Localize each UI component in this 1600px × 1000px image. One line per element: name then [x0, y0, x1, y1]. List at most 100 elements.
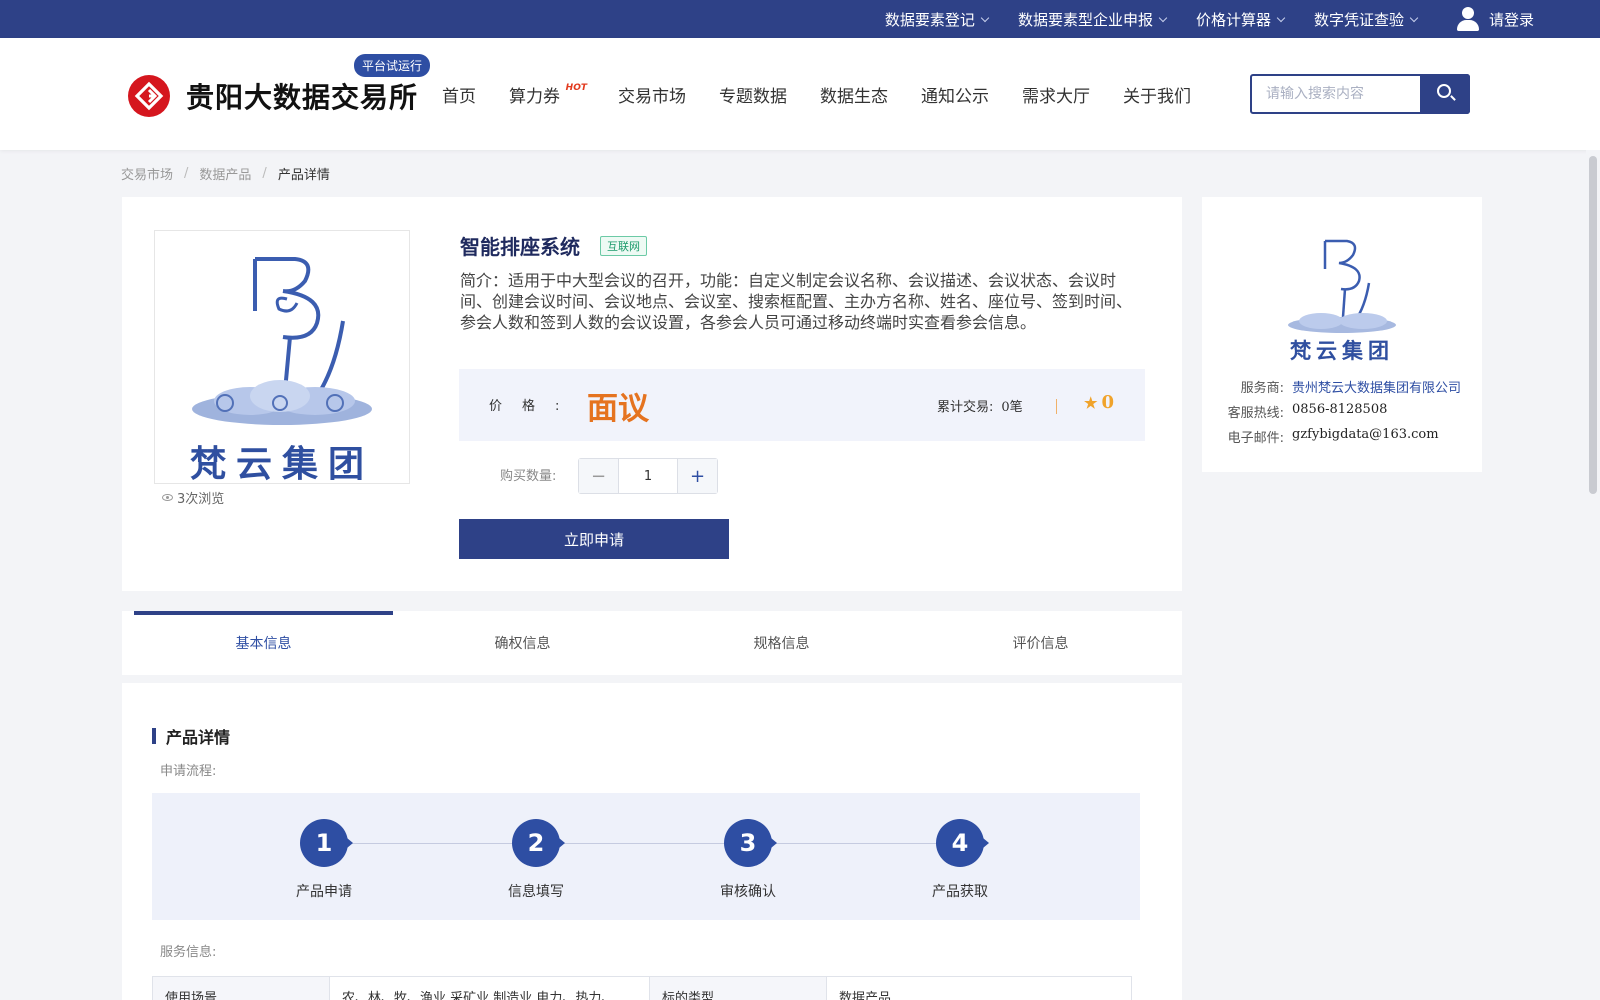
- login-link[interactable]: 请登录: [1456, 7, 1534, 31]
- chevron-down-icon: [1158, 13, 1168, 22]
- vendor-provider-link[interactable]: 贵州梵云大数据集团有限公司: [1292, 377, 1461, 396]
- deal-count-label: 累计交易:: [937, 400, 994, 415]
- nav-topic-data[interactable]: 专题数据: [719, 82, 787, 107]
- table-row: 使用场景 农、林、牧、渔业,采矿业,制造业,电力、热力、 标的类型 数据产品: [152, 976, 1132, 1000]
- top-utility-bar: 数据要素登记 数据要素型企业申报 价格计算器 数字凭证查验 请登录: [0, 0, 1600, 38]
- user-icon: [1456, 7, 1479, 31]
- exchange-logo-icon[interactable]: [128, 75, 170, 117]
- quantity-stepper: − +: [578, 458, 718, 494]
- product-image: 梵云集团: [154, 230, 410, 485]
- breadcrumb-current: 产品详情: [277, 168, 330, 183]
- tab-spec-info[interactable]: 规格信息: [652, 611, 911, 675]
- service-info-label: 服务信息:: [160, 945, 217, 960]
- vendor-email-key: 电子邮件:: [1227, 431, 1284, 446]
- chevron-down-icon: [1276, 13, 1286, 22]
- menu-price-calculator[interactable]: 价格计算器: [1195, 9, 1286, 30]
- site-header: 贵阳大数据交易所 平台试运行 首页 算力券 HOT 交易市场 专题数据 数据生态…: [0, 38, 1600, 150]
- menu-enterprise-declaration[interactable]: 数据要素型企业申报: [1017, 9, 1168, 30]
- nav-demand-hall[interactable]: 需求大厅: [1022, 82, 1090, 107]
- trial-badge: 平台试运行: [354, 54, 431, 77]
- utility-menu: 数据要素登记 数据要素型企业申报 价格计算器 数字凭证查验 请登录: [885, 0, 1600, 38]
- nav-compute-voucher[interactable]: 算力券 HOT: [509, 82, 587, 107]
- breadcrumb: 交易市场 / 数据产品 / 产品详情: [121, 164, 330, 183]
- process-connector: [324, 843, 964, 844]
- menu-label: 价格计算器: [1195, 10, 1271, 29]
- menu-label: 数据要素登记: [884, 10, 975, 29]
- nav-market[interactable]: 交易市场: [618, 82, 686, 107]
- category-tag: 互联网: [600, 236, 647, 256]
- step-number: 4: [936, 819, 989, 867]
- vendor-hotline-value: 0856-8128508: [1292, 402, 1388, 417]
- price-divider: [1056, 399, 1057, 414]
- process-step: 1 产品申请: [264, 819, 384, 901]
- vendor-hotline-key: 客服热线:: [1227, 406, 1284, 421]
- quantity-input[interactable]: [619, 459, 677, 493]
- star-icon: ★: [1084, 393, 1098, 412]
- process-step: 3 审核确认: [688, 819, 808, 901]
- service-info-table: 使用场景 农、林、牧、渔业,采矿业,制造业,电力、热力、 标的类型 数据产品: [152, 976, 1132, 1000]
- price-panel: 价格: 面议 累计交易: 0笔 ★ 0: [459, 369, 1145, 441]
- menu-label: 数字凭证查验: [1313, 10, 1404, 29]
- step-number: 3: [724, 819, 777, 867]
- nav-notices[interactable]: 通知公示: [921, 82, 989, 107]
- breadcrumb-market[interactable]: 交易市场: [121, 164, 173, 183]
- main-nav: 首页 算力券 HOT 交易市场 专题数据 数据生态 通知公示 需求大厅 关于我们: [442, 38, 1224, 150]
- price-value: 面议: [587, 391, 649, 427]
- tab-review-info[interactable]: 评价信息: [911, 611, 1170, 675]
- tab-basic-info[interactable]: 基本信息: [134, 611, 393, 675]
- quantity-increase-button[interactable]: +: [677, 459, 717, 493]
- table-cell: 使用场景: [152, 976, 330, 1000]
- nav-about[interactable]: 关于我们: [1123, 82, 1191, 107]
- nav-label: 算力券: [509, 86, 560, 107]
- product-detail-section: 产品详情 申请流程: 1 产品申请 2 信息填写 3 审核确认 4 产品获取 服…: [122, 683, 1182, 1000]
- step-label: 信息填写: [508, 884, 564, 900]
- vendor-hotline-row: 客服热线: 0856-8128508: [1220, 402, 1388, 421]
- vendor-logo: 梵云集团: [1277, 233, 1407, 367]
- chevron-down-icon: [1409, 13, 1419, 22]
- quantity-label: 购买数量:: [500, 469, 557, 484]
- menu-certificate-check[interactable]: 数字凭证查验: [1313, 9, 1419, 30]
- table-cell: 标的类型: [649, 976, 827, 1000]
- step-label: 审核确认: [720, 884, 776, 900]
- step-label: 产品申请: [296, 884, 352, 900]
- breadcrumb-data-products[interactable]: 数据产品: [199, 164, 251, 183]
- step-number: 2: [512, 819, 565, 867]
- step-label: 产品获取: [932, 884, 988, 900]
- product-card: 梵云集团 3次浏览 智能排座系统 互联网 简介：适用于中大型会议的召开，功能：自…: [122, 197, 1182, 591]
- product-summary: 简介：适用于中大型会议的召开，功能：自定义制定会议名称、会议描述、会议状态、会议…: [460, 271, 1133, 332]
- eye-icon: [162, 494, 173, 501]
- quantity-decrease-button[interactable]: −: [579, 459, 619, 493]
- table-cell: 数据产品: [826, 976, 1132, 1000]
- section-title: 产品详情: [152, 724, 230, 748]
- menu-data-registration[interactable]: 数据要素登记: [884, 9, 990, 30]
- deal-count-value: 0笔: [1001, 400, 1023, 415]
- hot-badge: HOT: [565, 82, 587, 93]
- detail-tabs: 基本信息 确权信息 规格信息 评价信息: [122, 611, 1182, 675]
- process-step: 2 信息填写: [476, 819, 596, 901]
- vendor-email-row: 电子邮件: gzfybigdata@163.com: [1220, 427, 1439, 446]
- search-input[interactable]: [1252, 76, 1422, 112]
- vendor-provider-row: 服务商: 贵州梵云大数据集团有限公司: [1220, 377, 1461, 396]
- apply-now-button[interactable]: 立即申请: [459, 519, 729, 559]
- vendor-email-value: gzfybigdata@163.com: [1292, 427, 1439, 442]
- product-image-caption: 梵云集团: [189, 444, 374, 485]
- menu-label: 数据要素型企业申报: [1017, 10, 1153, 29]
- vendor-provider-key: 服务商:: [1240, 381, 1284, 396]
- login-label: 请登录: [1488, 10, 1534, 29]
- nav-ecosystem[interactable]: 数据生态: [820, 82, 888, 107]
- page-scrollbar[interactable]: [1586, 150, 1600, 1000]
- product-title: 智能排座系统: [460, 235, 580, 259]
- site-logo-text[interactable]: 贵阳大数据交易所: [186, 76, 418, 116]
- process-flow: 1 产品申请 2 信息填写 3 审核确认 4 产品获取: [152, 793, 1140, 920]
- process-label: 申请流程:: [160, 764, 217, 779]
- nav-home[interactable]: 首页: [442, 82, 476, 107]
- search-button[interactable]: [1420, 74, 1470, 114]
- tab-rights-info[interactable]: 确权信息: [393, 611, 652, 675]
- table-cell: 农、林、牧、渔业,采矿业,制造业,电力、热力、: [329, 976, 650, 1000]
- section-title-bar: [152, 728, 156, 744]
- price-label: 价格:: [489, 399, 580, 414]
- search-box: [1250, 74, 1470, 114]
- scrollbar-thumb[interactable]: [1589, 156, 1597, 494]
- view-count: 3次浏览: [162, 488, 224, 507]
- rating-value: 0: [1101, 392, 1114, 413]
